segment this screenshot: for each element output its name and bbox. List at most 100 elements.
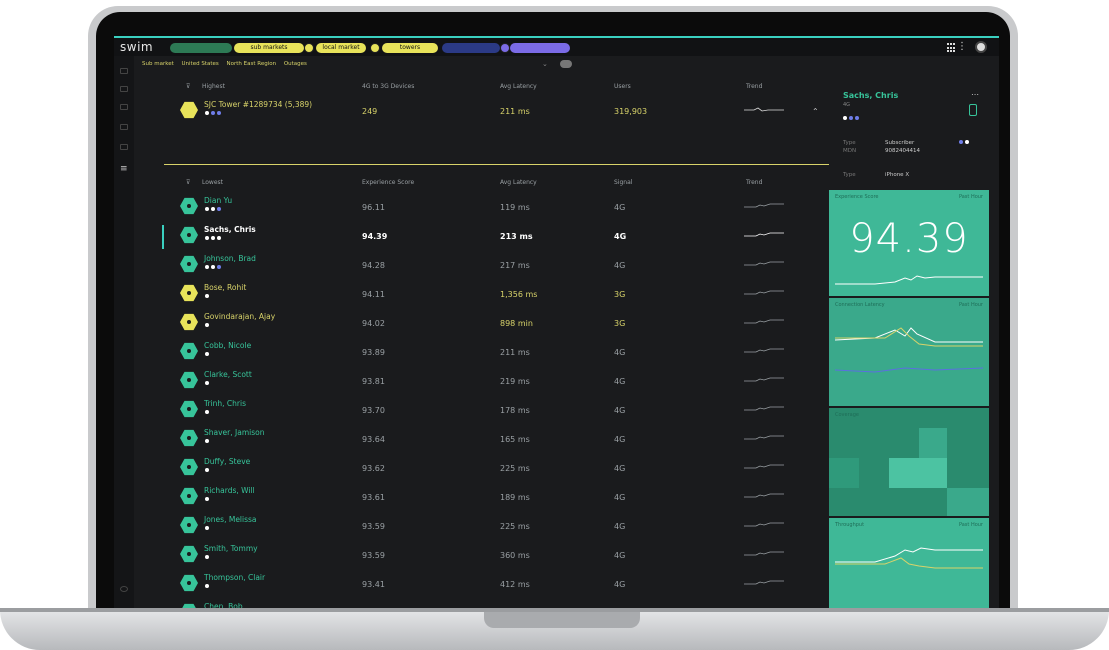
- column-header[interactable]: 4G to 3G Devices: [362, 83, 414, 90]
- selection-indicator: [162, 225, 164, 249]
- tower-hex-icon: [180, 101, 198, 119]
- card-label: Throughput: [835, 522, 865, 528]
- table-row[interactable]: Sachs, Chris 94.39 213 ms 4G: [162, 223, 829, 251]
- column-header[interactable]: Users: [614, 83, 631, 90]
- filter-icon[interactable]: ⊽: [186, 83, 190, 90]
- breadcrumb-item[interactable]: Outages: [284, 61, 307, 67]
- row-name: Sachs, Chris: [204, 225, 256, 234]
- status-dots: [205, 111, 221, 115]
- rail-item-icon[interactable]: [120, 68, 128, 74]
- row-latency: 178 ms: [500, 406, 530, 415]
- row-score: 93.61: [362, 493, 385, 502]
- tab-pill-0[interactable]: [170, 43, 232, 53]
- table-row[interactable]: Duffy, Steve 93.62 225 ms 4G: [164, 455, 829, 483]
- card-label: Coverage: [835, 412, 859, 418]
- status-dots: [205, 497, 209, 501]
- detail-field: MDN 9082404414: [843, 148, 920, 154]
- row-name: Jones, Melissa: [204, 515, 257, 524]
- row-network: 4G: [614, 406, 626, 415]
- column-header[interactable]: Trend: [746, 83, 762, 90]
- row-score: 93.59: [362, 551, 385, 560]
- trend-sparkline: [744, 107, 784, 112]
- table-row[interactable]: Shaver, Jamison 93.64 165 ms 4G: [164, 426, 829, 454]
- rail-item-icon[interactable]: [120, 144, 128, 150]
- settings-icon[interactable]: [120, 586, 128, 592]
- trend-sparkline: [744, 348, 784, 353]
- table-row[interactable]: Bose, Rohit 94.11 1,356 ms 3G: [164, 281, 829, 309]
- hex-center-icon: [187, 349, 191, 353]
- table-row[interactable]: Johnson, Brad 94.28 217 ms 4G: [164, 252, 829, 280]
- tab-separator-icon: [304, 43, 314, 53]
- column-header[interactable]: Experience Score: [362, 179, 414, 186]
- coverage-map-card[interactable]: Coverage: [829, 408, 989, 516]
- user-avatar[interactable]: [975, 41, 987, 53]
- table-row[interactable]: Jones, Melissa 93.59 225 ms 4G: [164, 513, 829, 541]
- kebab-menu-icon[interactable]: ⋮: [957, 41, 967, 52]
- row-latency: 412 ms: [500, 580, 530, 589]
- trend-sparkline: [744, 377, 784, 382]
- lowest-header: ⊽ Lowest Experience Score Avg Latency Si…: [164, 176, 829, 190]
- row-score: 93.59: [362, 522, 385, 531]
- experience-score-value: 94.39: [849, 216, 969, 262]
- hex-center-icon: [187, 552, 191, 556]
- tab-sub-markets[interactable]: sub markets: [234, 43, 304, 53]
- detail-name: Sachs, Chris: [843, 91, 899, 100]
- hex-center-icon: [187, 494, 191, 498]
- table-row[interactable]: Cobb, Nicole 93.89 211 ms 4G: [164, 339, 829, 367]
- column-header[interactable]: Avg Latency: [500, 179, 537, 186]
- filter-toggle[interactable]: [560, 60, 572, 68]
- app-screen: swim sub markets local market towers ⋮ S…: [114, 36, 999, 612]
- more-icon[interactable]: ⋯: [971, 90, 979, 99]
- tab-pill-3[interactable]: [442, 43, 500, 53]
- map-cell: [947, 488, 989, 516]
- sort-label[interactable]: Lowest: [202, 179, 223, 186]
- chevron-down-icon[interactable]: ⌄: [542, 60, 548, 68]
- rail-item-icon[interactable]: [120, 104, 128, 110]
- row-score: 94.02: [362, 319, 385, 328]
- row-latency: 213 ms: [500, 232, 533, 241]
- apps-grid-icon[interactable]: [947, 43, 957, 53]
- breadcrumb-item[interactable]: Sub market: [142, 61, 174, 67]
- rail-item-icon[interactable]: [120, 86, 128, 92]
- table-row[interactable]: Trinh, Chris 93.70 178 ms 4G: [164, 397, 829, 425]
- latency-card[interactable]: Connection Latency Past Hour: [829, 298, 989, 406]
- row-name: Bose, Rohit: [204, 283, 247, 292]
- tab-local-market[interactable]: local market: [316, 43, 366, 53]
- table-row[interactable]: Dian Yu 96.11 119 ms 4G: [164, 194, 829, 222]
- list-icon[interactable]: ≡: [120, 164, 128, 174]
- status-dots: [205, 526, 209, 530]
- table-row[interactable]: Smith, Tommy 93.59 360 ms 4G: [164, 542, 829, 570]
- experience-score-card[interactable]: Experience Score Past Hour 94.39: [829, 190, 989, 296]
- table-row[interactable]: Richards, Will 93.61 189 ms 4G: [164, 484, 829, 512]
- column-header[interactable]: Avg Latency: [500, 83, 537, 90]
- throughput-card[interactable]: Throughput Past Hour: [829, 518, 989, 612]
- trend-sparkline: [744, 464, 784, 469]
- hex-center-icon: [187, 320, 191, 324]
- row-value: 249: [362, 107, 378, 116]
- trend-sparkline: [744, 522, 784, 527]
- chevron-up-icon[interactable]: ⌃: [812, 107, 819, 116]
- column-header[interactable]: Signal: [614, 179, 632, 186]
- breadcrumb: Sub market United States North East Regi…: [142, 61, 313, 67]
- status-dots: [205, 468, 209, 472]
- breadcrumb-item[interactable]: United States: [182, 61, 219, 67]
- row-network: 4G: [614, 232, 627, 241]
- sort-label[interactable]: Highest: [202, 83, 225, 90]
- highest-row[interactable]: SJC Tower #1289734 (5,389) 249 211 ms 31…: [164, 98, 829, 126]
- left-rail: ≡: [114, 56, 134, 612]
- rail-item-icon[interactable]: [120, 124, 128, 130]
- table-row[interactable]: Clarke, Scott 93.81 219 ms 4G: [164, 368, 829, 396]
- tab-towers[interactable]: towers: [382, 43, 438, 53]
- table-row[interactable]: Thompson, Clair 93.41 412 ms 4G: [164, 571, 829, 599]
- detail-status-dots: [843, 116, 859, 120]
- breadcrumb-item[interactable]: North East Region: [227, 61, 277, 67]
- row-network: 4G: [614, 493, 626, 502]
- phone-icon: [969, 104, 977, 116]
- table-row[interactable]: Govindarajan, Ajay 94.02 898 min 3G: [164, 310, 829, 338]
- filter-icon[interactable]: ⊽: [186, 179, 190, 186]
- column-header[interactable]: Trend: [746, 179, 762, 186]
- row-latency: 225 ms: [500, 522, 530, 531]
- row-name: SJC Tower #1289734 (5,389): [204, 100, 313, 109]
- laptop-notch: [484, 612, 640, 628]
- tab-pill-4[interactable]: [510, 43, 570, 53]
